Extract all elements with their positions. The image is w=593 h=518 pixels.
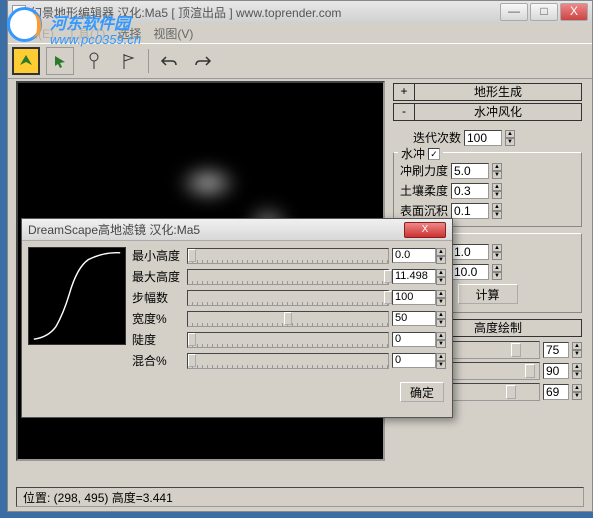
dialog-title: DreamScape高地滤镜 汉化:Ma5 xyxy=(28,221,404,238)
surface-dep-field[interactable]: 0.1 xyxy=(451,203,489,219)
brush-force-field[interactable]: 5.0 xyxy=(451,163,489,179)
curve-preview xyxy=(28,247,126,345)
status-bar: 位置: (298, 495) 高度=3.441 xyxy=(16,487,584,507)
slider-spinner[interactable]: ▲▼ xyxy=(436,269,446,285)
ok-button[interactable]: 确定 xyxy=(400,382,444,402)
slider-value[interactable]: 0 xyxy=(392,332,436,347)
slider-row: 最小高度 0.0▲▼ xyxy=(132,247,446,264)
brush-size-field[interactable]: 75 xyxy=(543,342,569,358)
dialog-titlebar: DreamScape高地滤镜 汉化:Ma5 X xyxy=(22,219,452,241)
slider-label: 最大高度 xyxy=(132,268,184,285)
slider-track[interactable] xyxy=(187,311,389,327)
slider-panel: 最小高度0.0▲▼最大高度11.498▲▼步幅数100▲▼宽度%50▲▼陡度0▲… xyxy=(132,247,446,373)
dialog-close-button[interactable]: X xyxy=(404,222,446,238)
slider-spinner[interactable]: ▲▼ xyxy=(436,311,446,327)
slider-value[interactable]: 100 xyxy=(392,290,436,305)
menu-hidden-1: 编辑(E) xyxy=(14,25,54,41)
tool-pin[interactable] xyxy=(80,47,108,75)
calculate-button[interactable]: 计算 xyxy=(458,284,518,304)
wind-angle-field[interactable]: 10.0 xyxy=(451,264,489,280)
menu-select[interactable]: 选择 xyxy=(117,25,141,41)
tool-undo[interactable] xyxy=(155,47,183,75)
slider-label: 混合% xyxy=(132,352,184,369)
brush-soft-spinner[interactable]: ▲▼ xyxy=(572,363,582,379)
slider-track[interactable] xyxy=(187,353,389,369)
strength-pct-field[interactable]: 1.0 xyxy=(451,244,489,260)
slider-row: 步幅数 100▲▼ xyxy=(132,289,446,306)
filter-dialog: DreamScape高地滤镜 汉化:Ma5 X 最小高度0.0▲▼最大高度11.… xyxy=(21,218,453,418)
brush-size-slider[interactable] xyxy=(446,341,540,359)
intensity-field[interactable]: 69 xyxy=(543,384,569,400)
brush-force-label: 冲刷力度 xyxy=(398,162,448,179)
slider-row: 陡度 0▲▼ xyxy=(132,331,446,348)
brush-soft-field[interactable]: 90 xyxy=(543,363,569,379)
slider-track[interactable] xyxy=(187,290,389,306)
toolbar xyxy=(8,43,592,79)
slider-spinner[interactable]: ▲▼ xyxy=(436,248,446,264)
brush-soft-slider[interactable] xyxy=(446,362,540,380)
section-terrain-gen[interactable]: 地形生成 xyxy=(414,83,582,101)
iterations-spinner[interactable]: ▲▼ xyxy=(505,130,515,146)
slider-spinner[interactable]: ▲▼ xyxy=(436,353,446,369)
collapse-water-erosion[interactable]: - xyxy=(393,103,415,121)
slider-row: 混合% 0▲▼ xyxy=(132,352,446,369)
soil-soft-spinner[interactable]: ▲▼ xyxy=(492,183,502,199)
iterations-field[interactable]: 100 xyxy=(464,130,502,146)
surface-dep-spinner[interactable]: ▲▼ xyxy=(492,203,502,219)
minimize-button[interactable]: — xyxy=(500,3,528,21)
slider-spinner[interactable]: ▲▼ xyxy=(436,290,446,306)
section-water-erosion[interactable]: 水冲风化 xyxy=(414,103,582,121)
expand-terrain-gen[interactable]: + xyxy=(393,83,415,101)
menu-view[interactable]: 视图(V) xyxy=(153,25,193,41)
slider-label: 步幅数 xyxy=(132,289,184,306)
menu-hidden-2: 工具(T) xyxy=(66,25,105,41)
close-button[interactable]: X xyxy=(560,3,588,21)
slider-value[interactable]: 50 xyxy=(392,311,436,326)
tool-flag[interactable] xyxy=(114,47,142,75)
iterations-label: 迭代次数 xyxy=(411,129,461,146)
intensity-spinner[interactable]: ▲▼ xyxy=(572,384,582,400)
soil-soft-field[interactable]: 0.3 xyxy=(451,183,489,199)
wind-angle-spinner[interactable]: ▲▼ xyxy=(492,264,502,280)
slider-row: 最大高度 11.498▲▼ xyxy=(132,268,446,285)
slider-track[interactable] xyxy=(187,332,389,348)
slider-spinner[interactable]: ▲▼ xyxy=(436,332,446,348)
maximize-button[interactable]: □ xyxy=(530,3,558,21)
slider-label: 最小高度 xyxy=(132,247,184,264)
slider-value[interactable]: 0 xyxy=(392,353,436,368)
tool-redo[interactable] xyxy=(189,47,217,75)
intensity-slider[interactable] xyxy=(446,383,540,401)
water-checkbox[interactable]: ✓ xyxy=(428,148,440,160)
tool-arrow-up[interactable] xyxy=(12,47,40,75)
window-title: 幻景地形编辑器 汉化:Ma5 [ 顶渲出品 ] www.toprender.co… xyxy=(30,4,500,21)
toolbar-separator xyxy=(148,49,149,73)
strength-pct-spinner[interactable]: ▲▼ xyxy=(492,244,502,260)
slider-value[interactable]: 11.498 xyxy=(392,269,436,284)
water-group-label: 水冲 xyxy=(401,145,425,162)
brush-size-spinner[interactable]: ▲▼ xyxy=(572,342,582,358)
menubar: 编辑(E) 工具(T) 选择 视图(V) xyxy=(8,23,592,43)
app-icon xyxy=(12,5,26,19)
water-group: 水冲✓ 冲刷力度5.0▲▼ 土壤柔度0.3▲▼ 表面沉积0.1▲▼ xyxy=(393,152,582,227)
soil-soft-label: 土壤柔度 xyxy=(398,182,448,199)
brush-force-spinner[interactable]: ▲▼ xyxy=(492,163,502,179)
slider-track[interactable] xyxy=(187,269,389,285)
slider-label: 宽度% xyxy=(132,310,184,327)
surface-dep-label: 表面沉积 xyxy=(398,202,448,219)
slider-label: 陡度 xyxy=(132,331,184,348)
slider-value[interactable]: 0.0 xyxy=(392,248,436,263)
slider-track[interactable] xyxy=(187,248,389,264)
slider-row: 宽度% 50▲▼ xyxy=(132,310,446,327)
tool-pointer[interactable] xyxy=(46,47,74,75)
titlebar: 幻景地形编辑器 汉化:Ma5 [ 顶渲出品 ] www.toprender.co… xyxy=(8,1,592,23)
